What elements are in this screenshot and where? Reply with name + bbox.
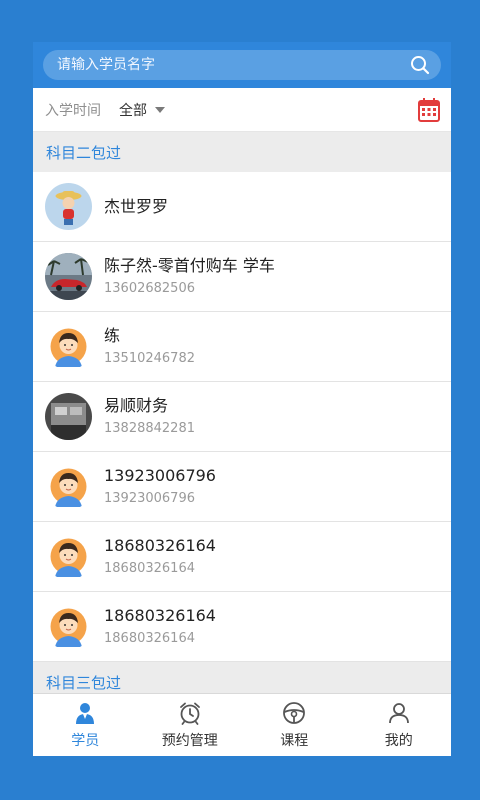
app-screen: 入学时间 全部 科目二包过 [33,42,451,756]
default-boy-avatar [45,323,92,370]
student-name: 陈子然-零首付购车 学车 [104,255,275,275]
student-phone: 18680326164 [104,560,195,576]
student-name: 18680326164 [104,605,216,625]
default-boy-avatar [45,533,92,580]
nav-label: 学员 [71,732,100,749]
search-input[interactable] [55,56,389,74]
student-info: 易顺财务 13828842281 [104,395,195,439]
section-header: 科目二包过 [33,132,451,172]
filter-bar: 入学时间 全部 [33,88,451,132]
nav-tab-students[interactable]: 学员 [33,694,138,756]
student-list-item[interactable]: 练 13510246782 [33,312,451,382]
student-info: 练 13510246782 [104,325,195,369]
default-boy-avatar [45,463,92,510]
student-name: 易顺财务 [104,395,169,415]
student-phone: 13923006796 [104,490,195,506]
student-list-item[interactable]: 13923006796 13923006796 [33,452,451,522]
default-boy-avatar [45,603,92,650]
student-phone: 13510246782 [104,350,195,366]
office-photo-avatar [45,393,92,440]
car-photo-avatar [45,253,92,300]
student-info: 杰世罗罗 [104,196,168,218]
enrollment-time-label: 入学时间 [45,102,101,119]
student-phone: 13828842281 [104,420,195,436]
search-icon[interactable] [409,54,431,76]
dropdown-value: 全部 [119,102,147,119]
student-info: 18680326164 18680326164 [104,535,216,579]
student-name: 18680326164 [104,535,216,555]
student-phone: 13602682506 [104,280,195,296]
nav-tab-mine[interactable]: 我的 [347,694,452,756]
student-name: 练 [104,325,121,345]
student-name: 13923006796 [104,465,216,485]
nav-label: 预约管理 [161,732,218,749]
student-info: 陈子然-零首付购车 学车 13602682506 [104,255,275,299]
student-icon [73,701,97,725]
calendar-icon[interactable] [417,97,441,123]
student-info: 18680326164 18680326164 [104,605,216,649]
nav-label: 我的 [384,732,413,749]
steering-wheel-icon [282,701,306,725]
enrollment-time-dropdown[interactable]: 全部 [119,100,165,120]
student-name: 杰世罗罗 [104,196,169,216]
alarm-clock-icon [178,701,202,725]
top-bar [33,42,451,88]
search-bar[interactable] [43,50,441,80]
nav-label: 课程 [280,732,309,749]
person-icon [387,701,411,725]
student-info: 13923006796 13923006796 [104,465,216,509]
cartoon-avatar [45,183,92,230]
bottom-nav: 学员 预约管理 课程 我的 [33,693,451,756]
student-list-item[interactable]: 陈子然-零首付购车 学车 13602682506 [33,242,451,312]
nav-tab-appointments[interactable]: 预约管理 [138,694,243,756]
student-phone: 18680326164 [104,630,195,646]
student-list-item[interactable]: 18680326164 18680326164 [33,592,451,662]
nav-tab-courses[interactable]: 课程 [242,694,347,756]
student-list-item[interactable]: 易顺财务 13828842281 [33,382,451,452]
student-list-item[interactable]: 18680326164 18680326164 [33,522,451,592]
chevron-down-icon [155,106,165,113]
student-list-item[interactable]: 杰世罗罗 [33,172,451,242]
